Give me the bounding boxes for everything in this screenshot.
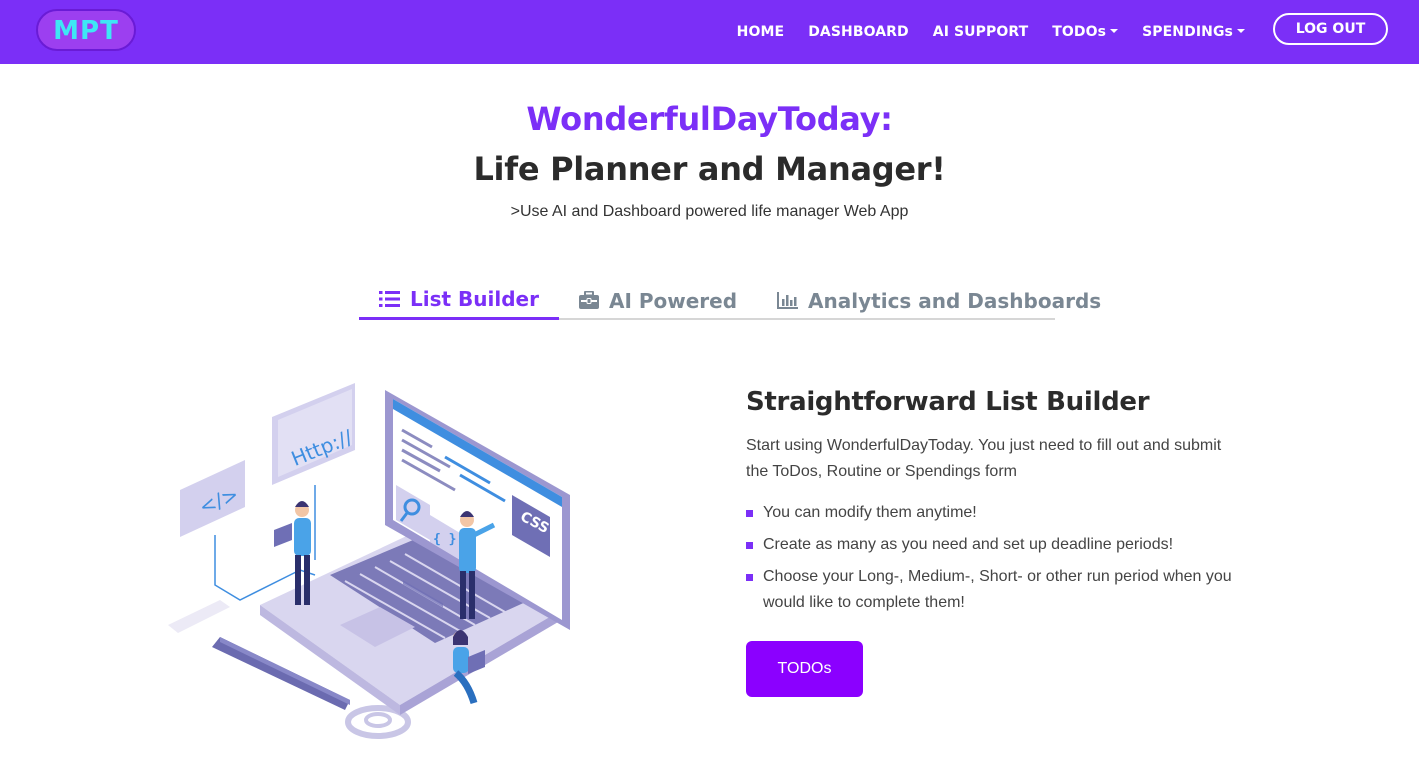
brand-logo[interactable]: MPT <box>36 9 136 51</box>
nav-todos-dropdown[interactable]: TODOs <box>1052 24 1119 40</box>
bullet-square-icon <box>746 574 753 581</box>
logout-button[interactable]: LOG OUT <box>1273 13 1388 45</box>
toolbox-icon <box>578 291 599 310</box>
list-icon <box>379 290 400 308</box>
list-item: You can modify them anytime! <box>746 500 1236 526</box>
caret-down-icon <box>1237 29 1245 33</box>
feature-title: Straightforward List Builder <box>746 387 1150 417</box>
nav-home-link[interactable]: HOME <box>737 24 785 40</box>
tab-list-builder[interactable]: List Builder <box>359 281 559 320</box>
nav-spendings-dropdown[interactable]: SPENDINGs <box>1142 24 1245 40</box>
page-tagline: >Use AI and Dashboard powered life manag… <box>510 203 909 220</box>
bullet-square-icon <box>746 542 753 549</box>
list-item: Choose your Long-, Medium-, Short- or ot… <box>746 564 1236 616</box>
feature-tabs: List Builder AI Powered Analytics and Da… <box>359 281 1101 320</box>
nav-dashboard-link[interactable]: DASHBOARD <box>808 24 909 40</box>
tab-analytics-dashboards[interactable]: Analytics and Dashboards <box>757 281 1121 320</box>
tab-ai-powered[interactable]: AI Powered <box>559 281 757 320</box>
top-navbar: MPT HOME DASHBOARD AI SUPPORT TODOs SPEN… <box>0 0 1419 64</box>
laptop-illustration: CSS { } Http:// </> <box>160 375 580 750</box>
page-title: WonderfulDayToday: <box>526 100 893 138</box>
logo-mark-icon: MPT <box>53 16 119 45</box>
page-subtitle: Life Planner and Manager! <box>473 150 946 188</box>
svg-text:{ }: { } <box>433 532 456 547</box>
svg-text:MPT: MPT <box>53 16 119 45</box>
caret-down-icon <box>1110 29 1119 33</box>
tab-label: AI Powered <box>608 288 738 313</box>
bullet-square-icon <box>746 510 753 517</box>
tab-label: Analytics and Dashboards <box>808 288 1102 313</box>
nav-ai-support-link[interactable]: AI SUPPORT <box>933 24 1029 40</box>
bar-chart-icon <box>777 292 799 309</box>
list-item: Create as many as you need and set up de… <box>746 532 1236 558</box>
main-nav: HOME DASHBOARD AI SUPPORT TODOs SPENDING… <box>737 0 1245 64</box>
feature-description: Start using WonderfulDayToday. You just … <box>746 437 1222 480</box>
todos-button[interactable]: TODOs <box>746 641 863 697</box>
tab-label: List Builder <box>410 287 539 311</box>
feature-bullet-list: You can modify them anytime! Create as m… <box>746 500 1236 622</box>
